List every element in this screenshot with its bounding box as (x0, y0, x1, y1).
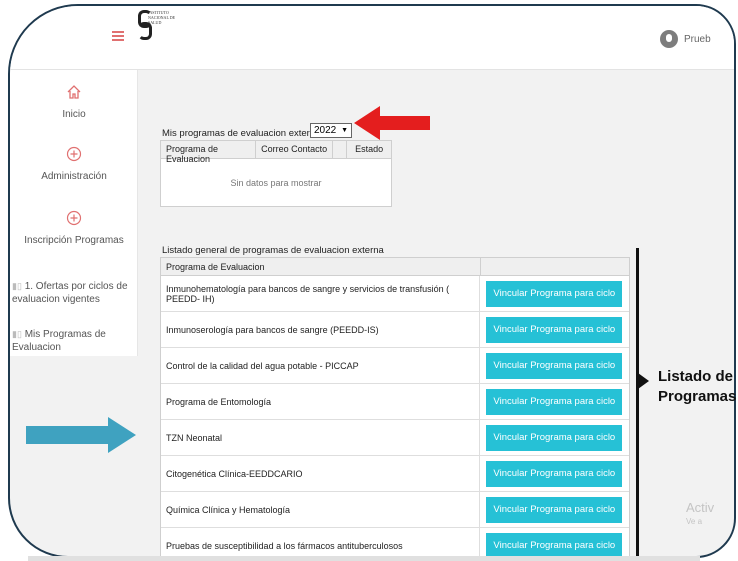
column-header[interactable]: Programa de Evaluacion (161, 258, 481, 275)
bottom-scrollbar[interactable] (28, 556, 700, 561)
plus-circle-icon (66, 146, 82, 162)
table-header: Programa de Evaluacion (161, 258, 629, 276)
year-select-value: 2022 (314, 125, 337, 136)
mis-programas-label: Mis programas de evaluacion externa (162, 128, 321, 139)
activation-watermark: Activ Ve a (686, 501, 714, 529)
vincular-button[interactable]: Vincular Programa para ciclo (486, 424, 623, 451)
vincular-button[interactable]: Vincular Programa para ciclo (486, 352, 623, 379)
user-menu[interactable]: Prueb (660, 30, 711, 48)
table-header: Programa de Evaluacion Correo Contacto E… (161, 141, 391, 164)
logo-s-icon (138, 10, 152, 40)
bar-chart-icon: ▮▯ (12, 281, 22, 291)
home-icon (67, 85, 81, 99)
empty-message: Sin datos para mostrar (230, 177, 322, 188)
column-header[interactable]: Estado (347, 141, 391, 158)
vincular-button[interactable]: Vincular Programa para ciclo (486, 496, 623, 523)
annotation-pointer-icon (638, 373, 649, 389)
sidebar-item-label: Inicio (62, 109, 86, 120)
sidebar-item-inicio[interactable]: Inicio (10, 84, 138, 122)
ins-logo: INSTITUTO NACIONAL DE SALUD (138, 10, 175, 40)
table-row: Inmunoserología para bancos de sangre (P… (161, 312, 629, 348)
listado-label: Listado general de programas de evaluaci… (162, 245, 384, 256)
plus-circle-icon (66, 210, 82, 226)
logo-line: SALUD (148, 20, 162, 25)
table-row: Química Clínica y Hematología Vincular P… (161, 492, 629, 528)
app-window: INSTITUTO NACIONAL DE SALUD Prueb Inicio… (8, 4, 736, 558)
program-name: Inmunoserología para bancos de sangre (P… (161, 312, 480, 347)
sidebar-item-label: Inscripción Programas (24, 235, 124, 246)
main-content: Mis programas de evaluacion externa 2022… (150, 70, 638, 556)
sidebar-item-administracion[interactable]: Administración (10, 146, 138, 184)
sidebar-item-ofertas[interactable]: ▮▯ 1. Ofertas por ciclos de evaluacion v… (12, 280, 136, 306)
program-name: Citogenética Clínica-EEDDCARIO (161, 456, 480, 491)
sidebar-item-label: 1. Ofertas por ciclos de evaluacion vige… (12, 281, 128, 305)
program-name: TZN Neonatal (161, 420, 480, 455)
column-header (333, 141, 348, 158)
table-row: Citogenética Clínica-EEDDCARIO Vincular … (161, 456, 629, 492)
callout-line: Programas (658, 388, 737, 405)
vincular-button[interactable]: Vincular Programa para ciclo (486, 388, 623, 415)
hamburger-menu-icon[interactable] (112, 31, 124, 41)
table-row: Inmunohematología para bancos de sangre … (161, 276, 629, 312)
sidebar-item-mis-programas[interactable]: ▮▯ Mis Programas de Evaluacion (12, 328, 136, 354)
sidebar: Inicio Administración Inscripción Progra… (10, 70, 138, 356)
table-row: TZN Neonatal Vincular Programa para cicl… (161, 420, 629, 456)
program-name: Inmunohematología para bancos de sangre … (161, 276, 480, 311)
table-row: Control de la calidad del agua potable -… (161, 348, 629, 384)
sidebar-item-inscripcion[interactable]: Inscripción Programas (10, 210, 138, 248)
sidebar-item-label: Administración (41, 171, 107, 182)
sidebar-item-label: Mis Programas de Evaluacion (12, 329, 106, 353)
watermark-line: Activ (686, 500, 715, 515)
blue-arrow-icon (26, 417, 136, 453)
table-row: Pruebas de susceptibilidad a los fármaco… (161, 528, 629, 556)
vincular-button[interactable]: Vincular Programa para ciclo (486, 280, 623, 307)
top-bar: INSTITUTO NACIONAL DE SALUD Prueb (10, 6, 734, 70)
listado-callout: Listado de Programas (658, 367, 736, 407)
listado-table: Programa de Evaluacion Inmunohematología… (160, 257, 630, 556)
program-name: Control de la calidad del agua potable -… (161, 348, 480, 383)
year-select[interactable]: 2022 ▼ (310, 123, 352, 138)
program-name: Química Clínica y Hematología (161, 492, 480, 527)
chevron-down-icon: ▼ (341, 127, 348, 134)
column-header[interactable]: Correo Contacto (256, 141, 334, 158)
program-name: Pruebas de susceptibilidad a los fármaco… (161, 528, 480, 556)
bar-chart-icon: ▮▯ (12, 329, 22, 339)
vincular-button[interactable]: Vincular Programa para ciclo (486, 532, 623, 556)
vincular-button[interactable]: Vincular Programa para ciclo (486, 460, 623, 487)
user-avatar-icon[interactable] (660, 30, 678, 48)
watermark-line: Ve a (686, 517, 703, 526)
vincular-button[interactable]: Vincular Programa para ciclo (486, 316, 623, 343)
column-header[interactable]: Programa de Evaluacion (161, 141, 257, 164)
red-arrow-icon (354, 106, 430, 140)
user-name[interactable]: Prueb (684, 34, 711, 45)
mis-programas-table: Programa de Evaluacion Correo Contacto E… (160, 140, 392, 207)
callout-line: Listado de (658, 368, 734, 385)
annotation-bracket-line (636, 248, 639, 558)
program-name: Programa de Entomología (161, 384, 480, 419)
table-row: Programa de Entomología Vincular Program… (161, 384, 629, 420)
